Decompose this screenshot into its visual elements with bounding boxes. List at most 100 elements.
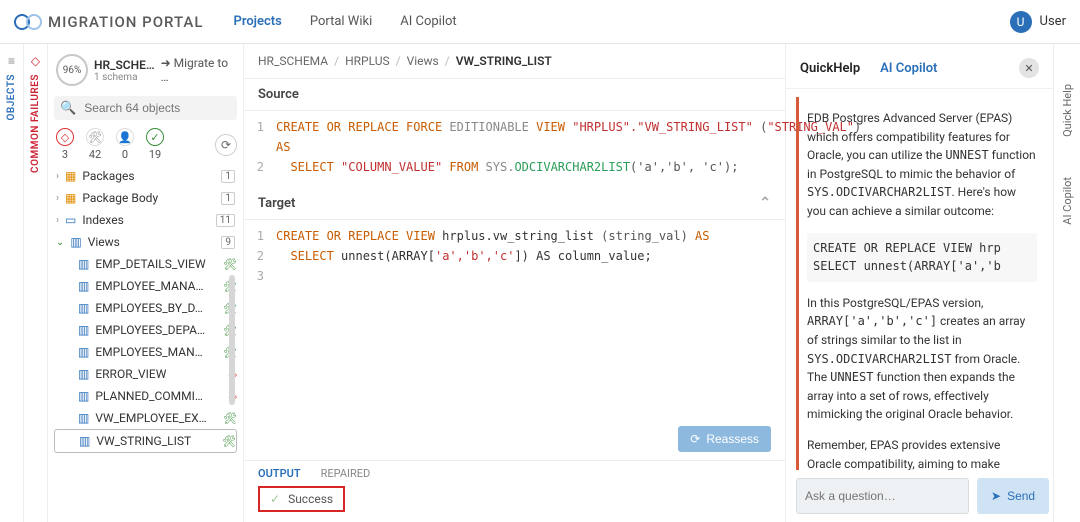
person-icon: 👤 <box>116 128 134 146</box>
diamond-icon: ◇ <box>31 54 40 68</box>
nav-projects[interactable]: Projects <box>233 10 281 33</box>
tree-view-item[interactable]: ▥ EMP_DETAILS_VIEW 🛠 <box>54 253 237 275</box>
view-item-label: EMPLOYEES_MAN… <box>95 345 202 359</box>
view-item-label: PLANNED_COMMI… <box>95 389 203 403</box>
reassess-button[interactable]: ⟳Reassess <box>678 426 771 452</box>
source-code: 1CREATE OR REPLACE FORCE EDITIONABLE VIE… <box>244 111 785 187</box>
rail-common-failures[interactable]: ◇ COMMON FAILURES <box>24 44 48 522</box>
wrench-icon: 🛠 <box>86 128 104 146</box>
nav-wiki[interactable]: Portal Wiki <box>310 10 372 33</box>
view-item-label: ERROR_VIEW <box>95 367 166 381</box>
chevron-right-icon: › <box>56 215 59 226</box>
view-icon: ▥ <box>78 345 89 359</box>
top-nav: Projects Portal Wiki AI Copilot <box>233 10 456 33</box>
crumb-schema[interactable]: HR_SCHEMA <box>258 54 328 68</box>
diamond-icon: ◇ <box>56 128 74 146</box>
rail-objects[interactable]: ≡ OBJECTS <box>0 44 24 522</box>
close-button[interactable]: ✕ <box>1019 58 1039 78</box>
sidebar-scrollbar[interactable] <box>229 275 235 405</box>
search-input[interactable] <box>82 100 241 116</box>
crumb-views[interactable]: Views <box>407 54 439 68</box>
view-item-label: EMPLOYEES_DEPA… <box>95 323 205 337</box>
output-tabs: OUTPUT REPAIRED <box>244 460 785 480</box>
chevron-right-icon: › <box>56 193 59 204</box>
search-icon: 🔍 <box>60 101 76 116</box>
view-item-label: VW_EMPLOYEE_EX… <box>95 411 206 425</box>
tree-view-item[interactable]: ▥ VW_STRING_LIST 🛠 <box>54 429 237 453</box>
filter-errors[interactable]: ◇3 <box>56 128 74 161</box>
sidebar: 96% HR_SCHE… 1 schema ➜ Migrate to … 🔍 ◇… <box>48 44 244 522</box>
check-icon: ✓ <box>270 492 280 506</box>
wrench-icon: 🛠 <box>222 435 236 448</box>
crumb-current: VW_STRING_LIST <box>456 54 552 68</box>
nav-ai-copilot[interactable]: AI Copilot <box>400 10 456 33</box>
send-button[interactable]: ➤Send <box>977 478 1049 514</box>
tab-repaired[interactable]: REPAIRED <box>321 467 371 480</box>
package-icon: ▦ <box>65 169 76 183</box>
brand-title: MIGRATION PORTAL <box>48 13 203 31</box>
package-body-icon: ▦ <box>65 191 76 205</box>
breadcrumb: HR_SCHEMA/ HRPLUS/ Views/ VW_STRING_LIST <box>244 44 785 79</box>
views-icon: ▥ <box>70 235 81 249</box>
right-panel: QuickHelp AI Copilot ✕ EDB Postgres Adva… <box>786 44 1054 522</box>
tree-view-item[interactable]: ▥EMPLOYEES_BY_D…🛠 <box>54 297 237 319</box>
migrate-to-button[interactable]: ➜ Migrate to … <box>161 56 235 84</box>
view-item-label: VW_STRING_LIST <box>96 434 191 448</box>
view-icon: ▥ <box>78 323 89 337</box>
tree-view-item[interactable]: ▥ VW_EMPLOYEE_EX… 🛠 <box>54 407 237 429</box>
tab-output[interactable]: OUTPUT <box>258 467 301 480</box>
wrench-icon: 🛠 <box>223 412 237 425</box>
view-icon: ▥ <box>78 411 89 425</box>
target-header[interactable]: Target⌃ <box>244 187 785 220</box>
ask-input[interactable] <box>796 478 969 514</box>
tree-packages[interactable]: › ▦ Packages 1 <box>54 165 237 187</box>
refresh-icon: ⟳ <box>690 432 700 446</box>
progress-ring: 96% <box>56 54 88 86</box>
view-icon: ▥ <box>78 367 89 381</box>
target-code: 1CREATE OR REPLACE VIEW hrplus.vw_string… <box>244 220 785 420</box>
rail-ai-copilot[interactable]: AI Copilot <box>1061 177 1074 225</box>
user-label[interactable]: User <box>1040 14 1066 29</box>
tree-indexes[interactable]: › ▭ Indexes 11 <box>54 209 237 231</box>
tab-ai-copilot[interactable]: AI Copilot <box>880 61 937 76</box>
filter-ok[interactable]: ✓19 <box>146 128 164 161</box>
view-item-label: EMPLOYEE_MANA… <box>95 279 203 293</box>
tree-package-body[interactable]: › ▦ Package Body 1 <box>54 187 237 209</box>
tree-view-item[interactable]: ▥EMPLOYEES_MAN…🛠 <box>54 341 237 363</box>
search-input-wrap[interactable]: 🔍 <box>54 96 237 120</box>
rail-quick-help[interactable]: Quick Help <box>1061 84 1074 137</box>
chevron-down-icon: ⌄ <box>56 237 64 248</box>
tree-view-item[interactable]: ▥EMPLOYEE_MANA…🛠 <box>54 275 237 297</box>
database-icon: ≡ <box>8 54 15 68</box>
schema-subtitle: 1 schema <box>94 72 155 83</box>
view-icon: ▥ <box>78 389 89 403</box>
tree-view-item[interactable]: ▥EMPLOYEES_DEPA…🛠 <box>54 319 237 341</box>
view-item-label: EMP_DETAILS_VIEW <box>95 257 205 271</box>
filter-person[interactable]: 👤0 <box>116 128 134 161</box>
chevron-right-icon: › <box>56 171 59 182</box>
tree-views[interactable]: ⌄ ▥ Views 9 <box>54 231 237 253</box>
send-icon: ➤ <box>991 489 1001 503</box>
check-icon: ✓ <box>146 128 164 146</box>
code-snippet: CREATE OR REPLACE VIEW hrpSELECT unnest(… <box>807 233 1037 282</box>
view-item-label: EMPLOYEES_BY_D… <box>95 301 202 315</box>
view-icon: ▥ <box>79 434 90 448</box>
view-icon: ▥ <box>78 257 89 271</box>
filter-tools[interactable]: 🛠42 <box>86 128 104 161</box>
source-header: Source <box>244 79 785 111</box>
index-icon: ▭ <box>65 213 76 227</box>
wrench-icon: 🛠 <box>223 258 237 271</box>
tree-view-item[interactable]: ▥ERROR_VIEW◇ <box>54 363 237 385</box>
copilot-response: EDB Postgres Advanced Server (EPAS) whic… <box>796 97 1043 470</box>
schema-title: HR_SCHE… <box>94 58 155 72</box>
chevron-up-icon[interactable]: ⌃ <box>759 195 771 211</box>
output-success: ✓ Success <box>258 486 345 512</box>
view-icon: ▥ <box>78 301 89 315</box>
crumb-hrplus[interactable]: HRPLUS <box>345 54 390 68</box>
logo-icon <box>14 11 42 33</box>
tab-quickhelp[interactable]: QuickHelp <box>800 61 860 76</box>
view-icon: ▥ <box>78 279 89 293</box>
avatar[interactable]: U <box>1010 11 1032 33</box>
refresh-button[interactable]: ⟳ <box>215 134 237 156</box>
tree-view-item[interactable]: ▥PLANNED_COMMI…◇ <box>54 385 237 407</box>
